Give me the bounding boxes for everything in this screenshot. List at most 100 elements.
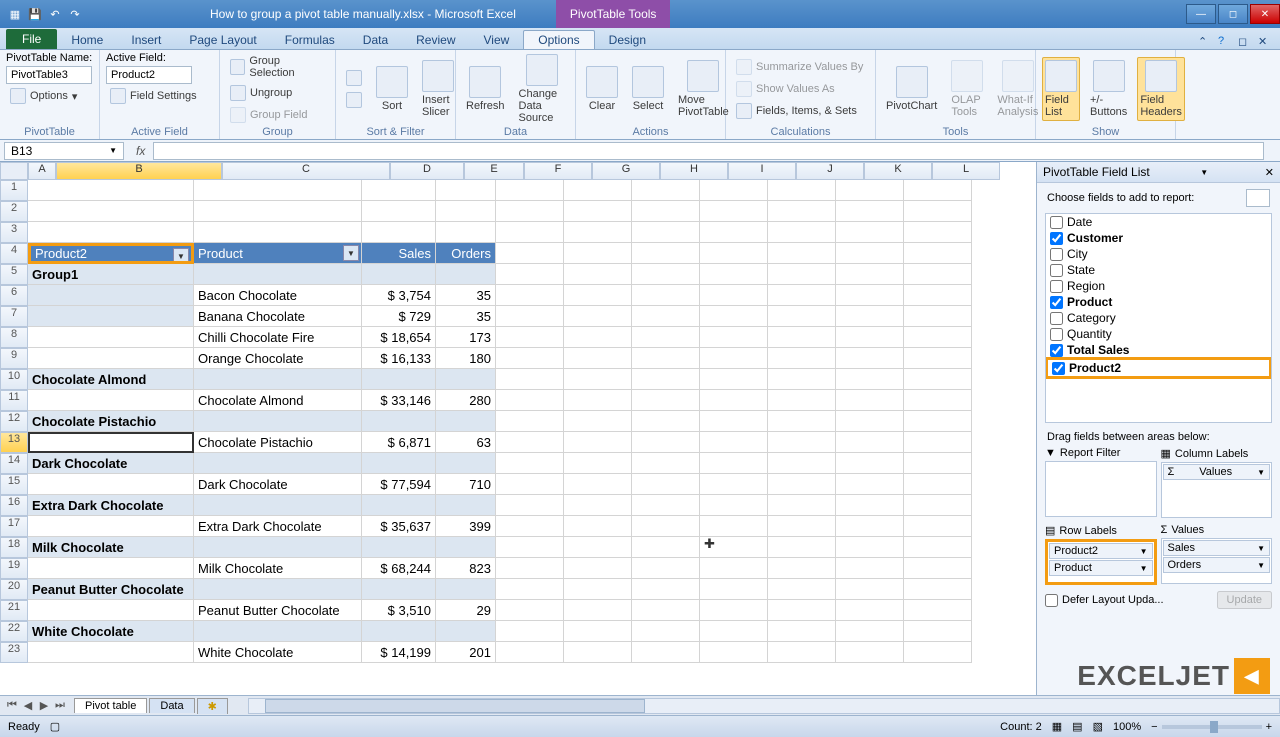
cell[interactable] xyxy=(768,369,836,390)
cell[interactable]: White Chocolate xyxy=(194,642,362,663)
cell[interactable]: Banana Chocolate xyxy=(194,306,362,327)
cell[interactable] xyxy=(632,243,700,264)
cell[interactable]: 710 xyxy=(436,474,496,495)
cell[interactable] xyxy=(496,600,564,621)
cell[interactable] xyxy=(632,558,700,579)
cell[interactable] xyxy=(362,201,436,222)
cell[interactable] xyxy=(496,243,564,264)
cell[interactable] xyxy=(28,642,194,663)
cell[interactable] xyxy=(768,495,836,516)
row-header-1[interactable]: 1 xyxy=(0,180,28,201)
cell[interactable] xyxy=(836,453,904,474)
cell[interactable] xyxy=(194,579,362,600)
cell[interactable] xyxy=(436,201,496,222)
cell[interactable] xyxy=(496,348,564,369)
cell[interactable] xyxy=(904,285,972,306)
cell[interactable] xyxy=(194,537,362,558)
cell[interactable] xyxy=(836,285,904,306)
cell[interactable] xyxy=(496,558,564,579)
row-header-9[interactable]: 9 xyxy=(0,348,28,369)
cell[interactable]: 180 xyxy=(436,348,496,369)
col-header-K[interactable]: K xyxy=(864,162,932,180)
clear-button[interactable]: Clear xyxy=(582,64,622,114)
cell[interactable] xyxy=(836,390,904,411)
select-all-corner[interactable] xyxy=(0,162,28,180)
row-header-10[interactable]: 10 xyxy=(0,369,28,390)
field-item-product[interactable]: Product xyxy=(1046,294,1271,310)
cell[interactable] xyxy=(700,348,768,369)
cell[interactable] xyxy=(768,285,836,306)
cell[interactable] xyxy=(436,411,496,432)
cell[interactable] xyxy=(904,600,972,621)
cell[interactable] xyxy=(700,579,768,600)
cell[interactable] xyxy=(436,621,496,642)
cell[interactable] xyxy=(904,642,972,663)
cell[interactable] xyxy=(700,516,768,537)
cell[interactable] xyxy=(194,201,362,222)
column-labels-area[interactable]: Σ Values▼ xyxy=(1161,462,1273,518)
field-item-state[interactable]: State xyxy=(1046,262,1271,278)
cell[interactable] xyxy=(632,537,700,558)
cell[interactable]: Extra Dark Chocolate xyxy=(28,495,194,516)
cell[interactable] xyxy=(496,411,564,432)
tab-design[interactable]: Design xyxy=(595,31,660,49)
cell[interactable] xyxy=(904,411,972,432)
field-checkbox[interactable] xyxy=(1050,280,1063,293)
field-checkbox[interactable] xyxy=(1050,216,1063,229)
tab-review[interactable]: Review xyxy=(402,31,469,49)
cell[interactable] xyxy=(632,390,700,411)
row-labels-area[interactable]: Product2▼ Product▼ xyxy=(1045,539,1157,585)
cell[interactable] xyxy=(496,432,564,453)
window-restore-icon[interactable]: ◻ xyxy=(1238,35,1252,49)
cell[interactable]: Extra Dark Chocolate xyxy=(194,516,362,537)
row-header-4[interactable]: 4 xyxy=(0,243,28,264)
cell[interactable] xyxy=(904,327,972,348)
zoom-in-button[interactable]: + xyxy=(1266,721,1272,733)
cell[interactable] xyxy=(362,579,436,600)
options-button[interactable]: Options ▾ xyxy=(6,86,81,106)
cell[interactable] xyxy=(836,537,904,558)
tab-home[interactable]: Home xyxy=(57,31,117,49)
cell[interactable]: 201 xyxy=(436,642,496,663)
cell[interactable] xyxy=(436,222,496,243)
cell[interactable] xyxy=(700,180,768,201)
cell[interactable] xyxy=(768,348,836,369)
cell[interactable] xyxy=(362,264,436,285)
sheet-nav-last[interactable]: ⏭ xyxy=(52,699,68,712)
row-header-17[interactable]: 17 xyxy=(0,516,28,537)
cell[interactable] xyxy=(700,453,768,474)
cell[interactable] xyxy=(564,222,632,243)
cell[interactable] xyxy=(904,243,972,264)
cell[interactable] xyxy=(700,432,768,453)
cell[interactable] xyxy=(836,264,904,285)
row-header-12[interactable]: 12 xyxy=(0,411,28,432)
redo-icon[interactable]: ↷ xyxy=(66,5,84,23)
cell[interactable] xyxy=(700,369,768,390)
cell[interactable] xyxy=(768,537,836,558)
cell[interactable] xyxy=(904,432,972,453)
field-checkbox[interactable] xyxy=(1050,296,1063,309)
field-headers-toggle[interactable]: Field Headers xyxy=(1137,57,1185,121)
cell[interactable] xyxy=(28,348,194,369)
cell[interactable]: 823 xyxy=(436,558,496,579)
cell[interactable] xyxy=(768,390,836,411)
help-icon[interactable]: ? xyxy=(1218,35,1232,49)
cell[interactable] xyxy=(632,369,700,390)
cell[interactable] xyxy=(564,432,632,453)
macro-record-icon[interactable]: ▢ xyxy=(50,720,60,733)
cell[interactable] xyxy=(768,453,836,474)
cell[interactable] xyxy=(496,453,564,474)
cell[interactable] xyxy=(28,306,194,327)
cell[interactable] xyxy=(632,264,700,285)
cell[interactable] xyxy=(632,285,700,306)
row-header-18[interactable]: 18 xyxy=(0,537,28,558)
field-list-close-icon[interactable]: ✕ xyxy=(1265,166,1274,179)
cell[interactable] xyxy=(564,411,632,432)
area-item-product[interactable]: Product▼ xyxy=(1049,560,1153,576)
cell[interactable] xyxy=(632,306,700,327)
cell[interactable] xyxy=(700,600,768,621)
pivot-header-product[interactable]: Product▼ xyxy=(194,243,362,264)
cell[interactable] xyxy=(904,306,972,327)
cell[interactable] xyxy=(632,180,700,201)
cell[interactable] xyxy=(904,474,972,495)
